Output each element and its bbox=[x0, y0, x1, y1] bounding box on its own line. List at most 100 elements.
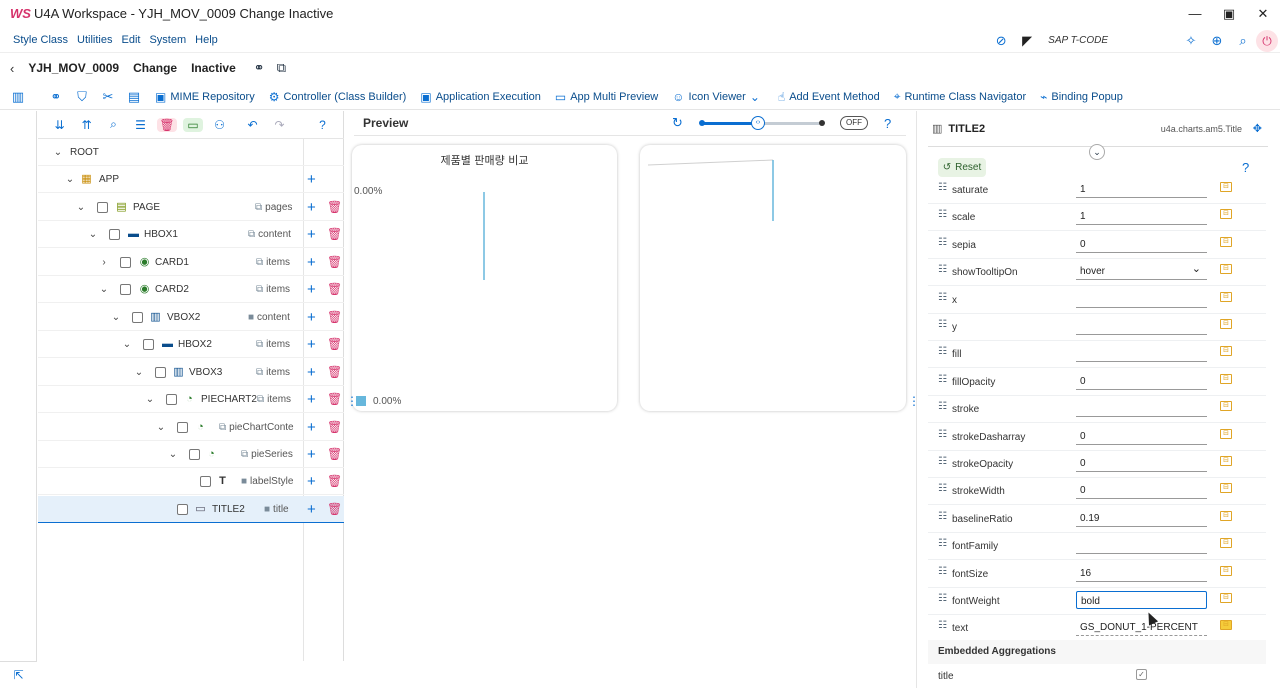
collapse-icon[interactable]: ⌄ bbox=[1089, 144, 1105, 160]
chevron-down-icon[interactable]: ⌄ bbox=[167, 449, 179, 460]
binding-popup-button[interactable]: ⌁ Binding Popup bbox=[1040, 90, 1123, 104]
help-icon[interactable]: ? bbox=[309, 118, 336, 132]
folder-icon[interactable]: ⊟ bbox=[1220, 209, 1232, 219]
add-icon[interactable]: + bbox=[307, 446, 316, 463]
folder-icon[interactable]: ⊟ bbox=[1220, 566, 1232, 576]
icon-viewer-button[interactable]: ☺ Icon Viewer ⌄ bbox=[672, 90, 764, 104]
folder-icon[interactable]: ⊟ bbox=[1220, 429, 1232, 439]
tree-checkbox[interactable] bbox=[120, 256, 131, 268]
chevron-right-icon[interactable]: › bbox=[98, 257, 110, 268]
property-value-input[interactable] bbox=[1076, 344, 1207, 362]
delete-icon[interactable]: 🗑 bbox=[327, 420, 342, 434]
add-icon[interactable]: + bbox=[307, 473, 316, 490]
screen-add-icon[interactable]: ▭ bbox=[183, 117, 203, 132]
property-value-input[interactable]: 0 bbox=[1076, 481, 1207, 499]
property-value-input[interactable] bbox=[1076, 317, 1207, 335]
tree-row-label-style[interactable]: T ■ labelStyle + 🗑 bbox=[38, 468, 344, 495]
add-icon[interactable]: + bbox=[307, 501, 316, 518]
tree-row-hbox1[interactable]: ⌄ ▬ HBOX1 ⧉ content + 🗑 bbox=[38, 221, 344, 248]
menu-utilities[interactable]: Utilities bbox=[77, 34, 112, 46]
mime-repository-button[interactable]: ▣ MIME Repository bbox=[155, 90, 255, 104]
tree-list-icon[interactable]: ☰ bbox=[127, 118, 154, 132]
zoom-in-icon[interactable]: ⊕ bbox=[1204, 33, 1230, 49]
folder-icon[interactable]: ⊟ bbox=[1220, 237, 1232, 247]
save-icon[interactable]: ▤ bbox=[121, 89, 147, 105]
add-icon[interactable]: + bbox=[307, 171, 316, 188]
brush-icon[interactable]: ◤ bbox=[1014, 33, 1040, 49]
delete-icon[interactable]: 🗑 bbox=[327, 447, 342, 461]
help-icon[interactable]: ? bbox=[1242, 160, 1249, 175]
chevron-down-icon[interactable]: ⌄ bbox=[155, 422, 167, 433]
tree-checkbox[interactable] bbox=[189, 448, 200, 460]
menu-system[interactable]: System bbox=[149, 34, 186, 46]
help-icon[interactable]: ? bbox=[884, 116, 891, 131]
tree-row-piechart-content[interactable]: ⌄ ◔ ⧉ pieChartConte + 🗑 bbox=[38, 414, 344, 441]
folder-icon[interactable]: ⊟ bbox=[1220, 401, 1232, 411]
refresh-icon[interactable]: ↻ bbox=[672, 115, 683, 131]
pin-icon[interactable]: ✧ bbox=[1178, 33, 1204, 49]
add-icon[interactable]: + bbox=[307, 336, 316, 353]
tree-row-hbox2[interactable]: ⌄ ▬ HBOX2 ⧉ items + 🗑 bbox=[38, 331, 344, 358]
slider-handle[interactable]: ‹› bbox=[751, 116, 765, 130]
delete-icon[interactable]: 🗑 bbox=[327, 255, 342, 269]
property-value-input[interactable]: 1 bbox=[1076, 207, 1207, 225]
menu-edit[interactable]: Edit bbox=[121, 34, 140, 46]
user-settings-icon[interactable]: ⚇ bbox=[206, 118, 233, 132]
property-value-input[interactable]: 1 bbox=[1076, 180, 1207, 198]
power-icon[interactable]: ⏻ bbox=[1256, 29, 1278, 52]
add-icon[interactable]: + bbox=[307, 254, 316, 271]
chevron-down-icon[interactable]: ⌄ bbox=[121, 339, 133, 350]
reset-button[interactable]: ↺ Reset bbox=[938, 158, 986, 177]
tree-checkbox[interactable] bbox=[200, 475, 211, 487]
tree-checkbox[interactable] bbox=[143, 338, 154, 350]
chevron-down-icon[interactable]: ⌄ bbox=[144, 394, 156, 405]
navigate-icon[interactable]: ✥ bbox=[1253, 122, 1262, 135]
property-value-input[interactable]: 0 bbox=[1076, 427, 1207, 445]
multi-preview-button[interactable]: ▭ App Multi Preview bbox=[555, 90, 658, 104]
tree-row-app[interactable]: ⌄ ▦ APP + bbox=[38, 166, 344, 193]
tools-icon[interactable]: ✂ bbox=[95, 89, 121, 105]
add-icon[interactable]: + bbox=[307, 281, 316, 298]
menu-style-class[interactable]: Style Class bbox=[13, 34, 68, 46]
runtime-navigator-button[interactable]: ⌖ Runtime Class Navigator bbox=[894, 89, 1026, 104]
tree-checkbox[interactable] bbox=[177, 503, 188, 515]
folder-icon[interactable]: ⊟ bbox=[1220, 319, 1232, 329]
folder-icon[interactable]: ⊟ bbox=[1220, 620, 1232, 630]
share-icon[interactable]: ⇱ bbox=[0, 661, 37, 688]
folder-icon[interactable]: ⊟ bbox=[1220, 593, 1232, 603]
embedded-row-checkbox[interactable]: ✓ bbox=[1136, 669, 1147, 680]
tree-row-card1[interactable]: › ◉ CARD1 ⧉ items + 🗑 bbox=[38, 249, 344, 276]
folder-icon[interactable]: ⊟ bbox=[1220, 346, 1232, 356]
close-icon[interactable]: ✕ bbox=[1246, 0, 1280, 27]
delete-icon[interactable]: 🗑 bbox=[327, 392, 342, 406]
chevron-down-icon[interactable]: ⌄ bbox=[133, 367, 145, 378]
search-icon[interactable]: ⌕ bbox=[100, 117, 127, 132]
property-value-input[interactable] bbox=[1076, 536, 1207, 554]
preview-toggle[interactable]: OFF bbox=[840, 116, 868, 130]
redo-icon[interactable]: ↷ bbox=[266, 118, 293, 132]
tree-row-card2[interactable]: ⌄ ◉ CARD2 ⧉ items + 🗑 bbox=[38, 276, 344, 303]
search-icon[interactable]: ⌕ bbox=[1230, 33, 1256, 49]
tree-row-page[interactable]: ⌄ ▤ PAGE ⧉ pages + 🗑 bbox=[38, 194, 344, 221]
chevron-down-icon[interactable]: ⌄ bbox=[98, 284, 110, 295]
property-value-input[interactable]: hover bbox=[1076, 262, 1207, 280]
tree-row-root[interactable]: ⌄ ROOT bbox=[38, 139, 344, 166]
tree-row-piechart2[interactable]: ⌄ ◔ PIECHART2 ⧉ items + 🗑 bbox=[38, 386, 344, 413]
controller-button[interactable]: ⚙ Controller (Class Builder) bbox=[269, 90, 407, 104]
property-value-input[interactable]: 0 bbox=[1076, 454, 1207, 472]
delete-icon[interactable]: 🗑 bbox=[327, 282, 342, 296]
external-link-icon[interactable]: ⧉ bbox=[277, 60, 286, 76]
delete-icon[interactable]: 🗑 bbox=[157, 117, 177, 132]
add-icon[interactable]: + bbox=[307, 391, 316, 408]
add-icon[interactable]: + bbox=[307, 419, 316, 436]
add-icon[interactable]: + bbox=[307, 226, 316, 243]
tree-checkbox[interactable] bbox=[177, 421, 188, 433]
delete-icon[interactable]: 🗑 bbox=[327, 502, 342, 516]
resize-handle-left[interactable]: ⋮ bbox=[346, 394, 358, 408]
folder-icon[interactable]: ⊟ bbox=[1220, 511, 1232, 521]
folder-icon[interactable]: ⊟ bbox=[1220, 483, 1232, 493]
tree-checkbox[interactable] bbox=[166, 393, 177, 405]
folder-icon[interactable]: ⊟ bbox=[1220, 182, 1232, 192]
folder-icon[interactable]: ⊟ bbox=[1220, 264, 1232, 274]
property-value-input[interactable]: 0.19 bbox=[1076, 509, 1207, 527]
